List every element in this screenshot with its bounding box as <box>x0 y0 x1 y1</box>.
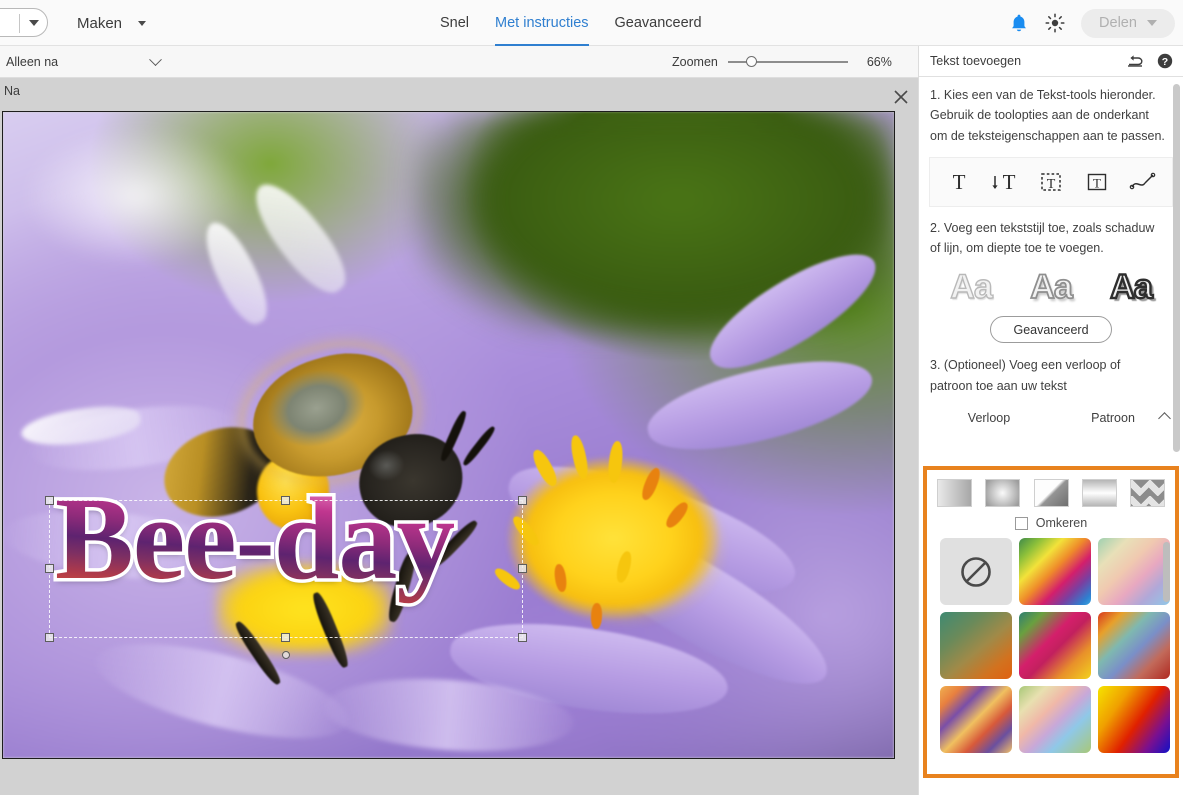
zoom-control: Zoomen 66% <box>672 46 892 78</box>
panel-title: Tekst toevoegen <box>930 54 1022 68</box>
tab-met-instructies-label: Met instructies <box>495 15 589 31</box>
step2-text: 2. Voeg een tekststijl toe, zoals schadu… <box>930 220 1155 255</box>
zoom-label: Zoomen <box>672 55 718 69</box>
view-mode-dropdown[interactable]: Alleen na <box>6 46 168 78</box>
gradient-swatch-1[interactable] <box>1019 538 1091 605</box>
tab-snel-label: Snel <box>440 15 470 31</box>
svg-text:T: T <box>1047 177 1056 192</box>
gradient-pattern-tabs: Verloop Patroon <box>927 405 1175 431</box>
tool-preset-split-button[interactable] <box>0 8 48 37</box>
gradient-swatch-2[interactable] <box>1098 538 1170 605</box>
reverse-gradient-row[interactable]: Omkeren <box>927 516 1175 530</box>
tab-verloop[interactable]: Verloop <box>927 411 1051 425</box>
gradient-swatch-6[interactable] <box>940 686 1012 753</box>
zoom-slider-knob[interactable] <box>745 56 757 67</box>
text-style-medium[interactable]: Aa <box>1029 267 1073 307</box>
svg-text:T: T <box>953 170 966 194</box>
view-mode-label: Alleen na <box>6 55 59 69</box>
step1-text: 1. Kies een van de Tekst-tools hieronder… <box>930 88 1165 143</box>
gradient-swatch-3[interactable] <box>940 612 1012 679</box>
bee-flower-photo <box>3 112 894 758</box>
zoom-slider[interactable] <box>727 54 848 70</box>
gradient-type-diamond[interactable] <box>1130 479 1165 507</box>
canvas-area: Na Bee-day <box>0 78 918 795</box>
gradient-type-row <box>927 470 1175 507</box>
panel-scrollbar[interactable] <box>1173 84 1180 452</box>
gradient-type-radial[interactable] <box>985 479 1021 507</box>
image-canvas[interactable]: Bee-day Bee-day <box>2 111 895 759</box>
header-actions: Delen <box>1009 0 1175 46</box>
text-style-heavy[interactable]: Aa <box>1109 267 1154 307</box>
gradient-swatch-scroll <box>927 538 1175 754</box>
help-icon[interactable]: ? <box>1157 53 1173 69</box>
no-gradient-icon <box>961 556 991 587</box>
close-icon[interactable] <box>892 88 910 106</box>
text-on-path-tool-icon[interactable] <box>1128 167 1158 197</box>
menu-maken[interactable]: Maken <box>77 0 147 46</box>
share-button[interactable]: Delen <box>1081 8 1175 38</box>
gradient-swatch-4[interactable] <box>1019 612 1091 679</box>
window-right-edge <box>1183 0 1200 795</box>
gradient-swatch-grid <box>927 538 1175 753</box>
step3-text: 3. (Optioneel) Voeg een verloop of patro… <box>930 358 1121 393</box>
text-box-tool-icon[interactable]: T <box>1082 167 1112 197</box>
gradient-type-angle[interactable] <box>1033 479 1069 507</box>
chevron-down-icon <box>138 20 147 26</box>
gradient-picker-region: Omkeren <box>923 466 1179 778</box>
reverse-gradient-checkbox[interactable] <box>1014 516 1028 530</box>
chevron-down-icon <box>149 52 162 66</box>
tab-geavanceerd[interactable]: Geavanceerd <box>615 0 702 46</box>
svg-text:T: T <box>1003 170 1016 194</box>
gradient-swatch-5[interactable] <box>1098 612 1170 679</box>
svg-text:?: ? <box>1162 56 1168 68</box>
horizontal-text-tool-icon[interactable]: T <box>944 167 974 197</box>
text-tools-row: T T T T <box>929 156 1173 207</box>
text-style-previews: Aa Aa Aa <box>919 267 1183 307</box>
tab-met-instructies[interactable]: Met instructies <box>495 0 590 46</box>
text-style-light[interactable]: Aa <box>950 268 994 307</box>
canvas-bottom-strip <box>0 760 918 795</box>
canvas-text-object[interactable]: Bee-day Bee-day <box>51 476 458 601</box>
swatch-scrollbar[interactable] <box>1163 542 1170 602</box>
undo-icon[interactable] <box>1127 54 1144 68</box>
tab-geavanceerd-label: Geavanceerd <box>614 15 702 31</box>
panel-header: Tekst toevoegen ? <box>919 46 1183 77</box>
text-mask-tool-icon[interactable]: T <box>1036 167 1066 197</box>
tab-patroon[interactable]: Patroon <box>1051 411 1175 425</box>
chevron-down-icon[interactable] <box>29 20 39 26</box>
zoom-percentage: 66% <box>866 55 892 69</box>
advanced-button[interactable]: Geavanceerd <box>990 316 1112 344</box>
mode-tabs: Snel Met instructies Geavanceerd <box>440 0 702 46</box>
tab-snel[interactable]: Snel <box>440 0 469 46</box>
gradient-swatch-7[interactable] <box>1019 686 1091 753</box>
gradient-type-reflected[interactable] <box>1081 479 1117 507</box>
top-header-bar: Maken Snel Met instructies Geavanceerd D… <box>0 0 1183 46</box>
sun-icon[interactable] <box>1045 13 1065 33</box>
reverse-gradient-label: Omkeren <box>1035 516 1088 530</box>
canvas-text-fill: Bee-day <box>55 473 455 604</box>
gradient-type-linear[interactable] <box>937 479 972 507</box>
vertical-text-tool-icon[interactable]: T <box>990 167 1020 197</box>
gradient-swatch-none[interactable] <box>940 538 1012 605</box>
gradient-swatch-8[interactable] <box>1098 686 1170 753</box>
bell-icon[interactable] <box>1009 13 1029 34</box>
svg-text:T: T <box>1093 175 1101 190</box>
chevron-down-icon <box>1146 20 1157 26</box>
split-button-divider <box>19 14 20 33</box>
menu-maken-label: Maken <box>77 14 123 32</box>
photo-editor-window: Maken Snel Met instructies Geavanceerd D… <box>0 0 1200 795</box>
share-button-label: Delen <box>1099 15 1137 31</box>
canvas-view-label: Na <box>4 84 20 98</box>
